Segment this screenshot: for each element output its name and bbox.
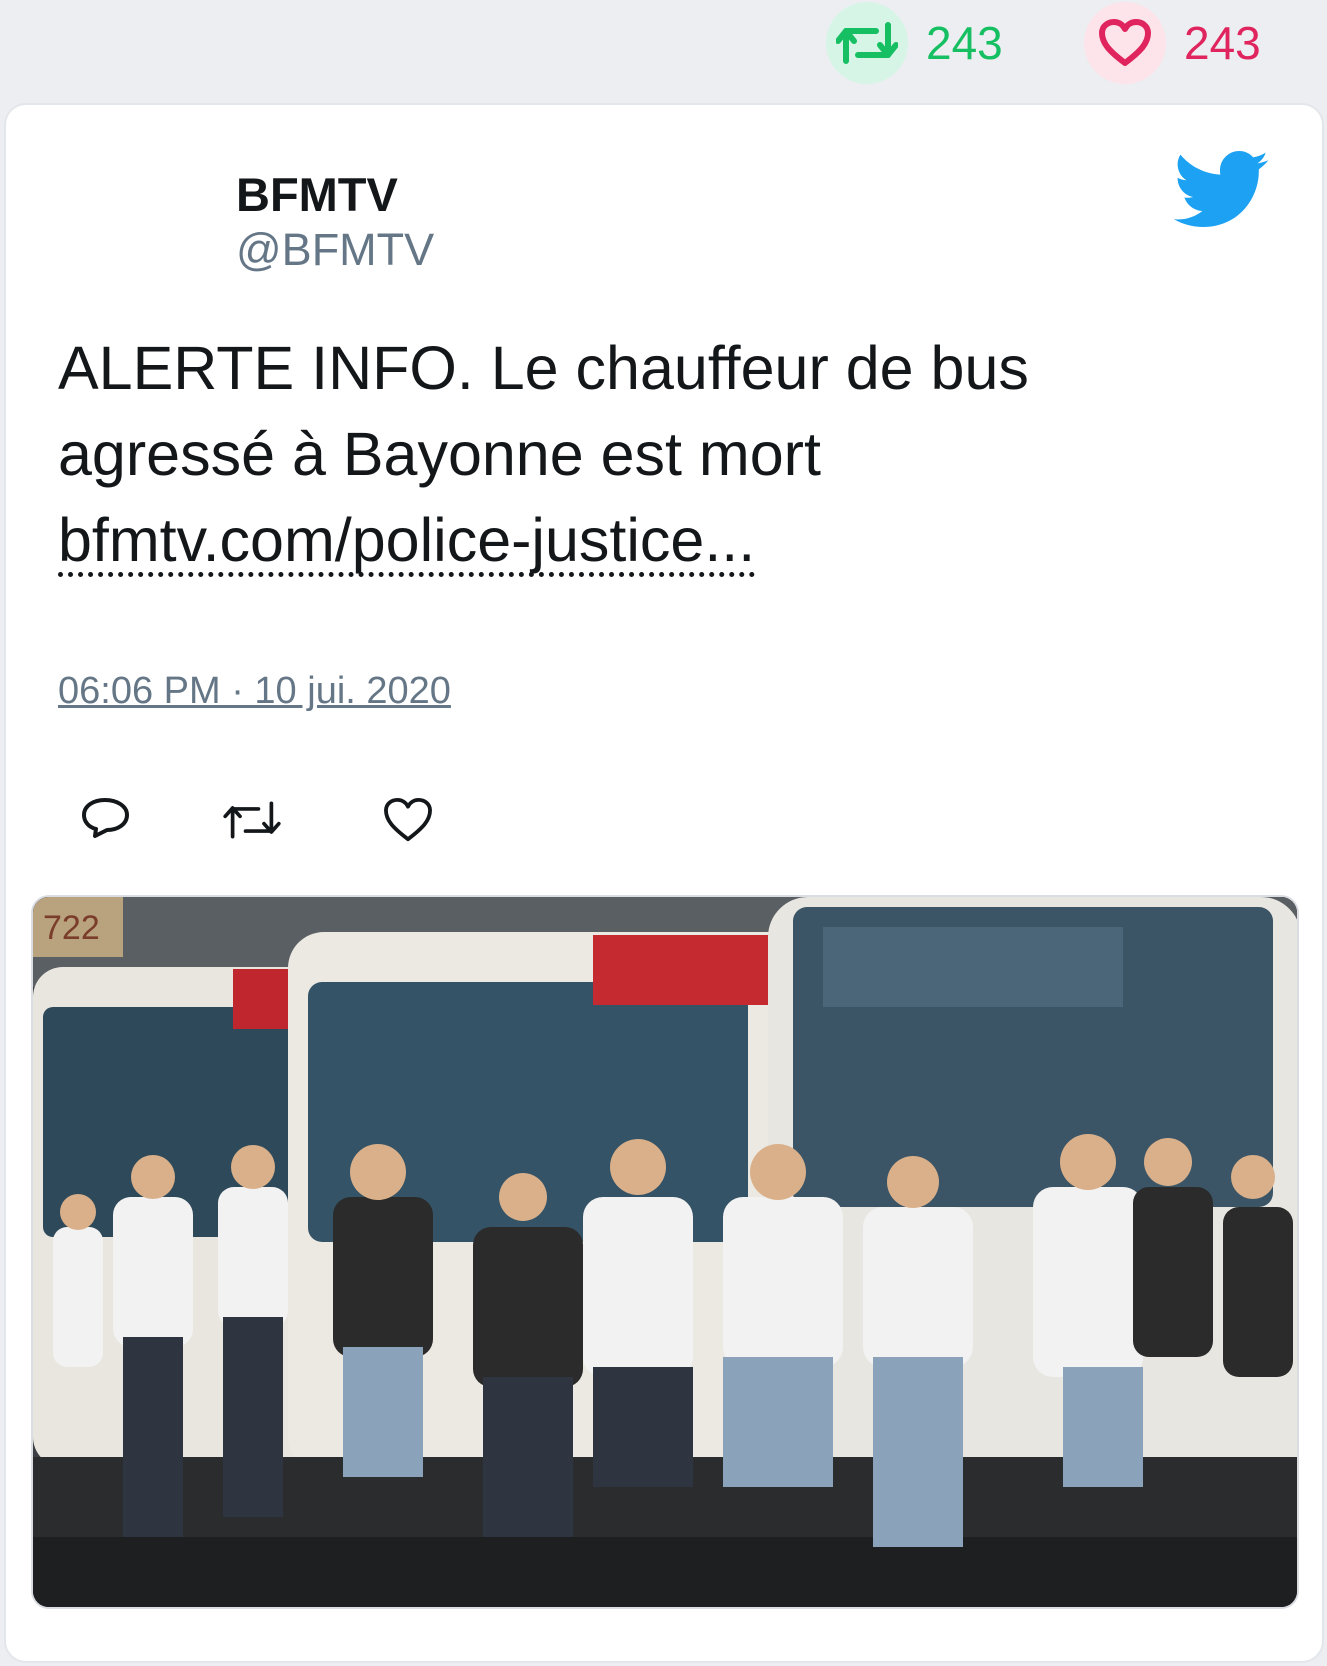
tweet-page: 243 243 BFMTV @BFMTV ALERTE INFO. Le cha… bbox=[0, 0, 1327, 1666]
retweet-icon bbox=[223, 801, 281, 839]
tweet-timestamp[interactable]: 06:06 PM · 10 jui. 2020 bbox=[58, 670, 451, 713]
bus-right bbox=[768, 897, 1297, 1497]
like-button[interactable] bbox=[378, 790, 438, 850]
tweet-link[interactable]: bfmtv.com/police-justice... bbox=[58, 508, 756, 577]
reply-icon bbox=[82, 798, 129, 838]
bus-number: 722 bbox=[43, 909, 100, 947]
tweet-text: ALERTE INFO. Le chauffeur de bus agressé… bbox=[58, 325, 1238, 583]
author-name[interactable]: BFMTV bbox=[236, 167, 434, 223]
retweet-counter[interactable]: 243 bbox=[826, 2, 1003, 84]
heart-icon bbox=[384, 797, 432, 842]
twitter-bird-icon[interactable] bbox=[1173, 150, 1270, 232]
like-count: 243 bbox=[1184, 17, 1261, 69]
retweet-count: 243 bbox=[926, 17, 1003, 69]
retweet-icon[interactable] bbox=[826, 2, 908, 84]
tweet-photo[interactable]: 722 bbox=[31, 895, 1299, 1609]
tweet-body: ALERTE INFO. Le chauffeur de bus agressé… bbox=[58, 334, 1029, 488]
engagement-counters: 243 243 bbox=[0, 0, 1327, 88]
retweet-button[interactable] bbox=[222, 790, 282, 850]
author-block[interactable]: BFMTV @BFMTV bbox=[236, 167, 434, 277]
tweet-card: BFMTV @BFMTV ALERTE INFO. Le chauffeur d… bbox=[4, 103, 1324, 1663]
reply-button[interactable] bbox=[76, 790, 136, 850]
author-handle[interactable]: @BFMTV bbox=[236, 223, 434, 277]
heart-icon[interactable] bbox=[1084, 2, 1166, 84]
like-counter[interactable]: 243 bbox=[1084, 2, 1261, 84]
